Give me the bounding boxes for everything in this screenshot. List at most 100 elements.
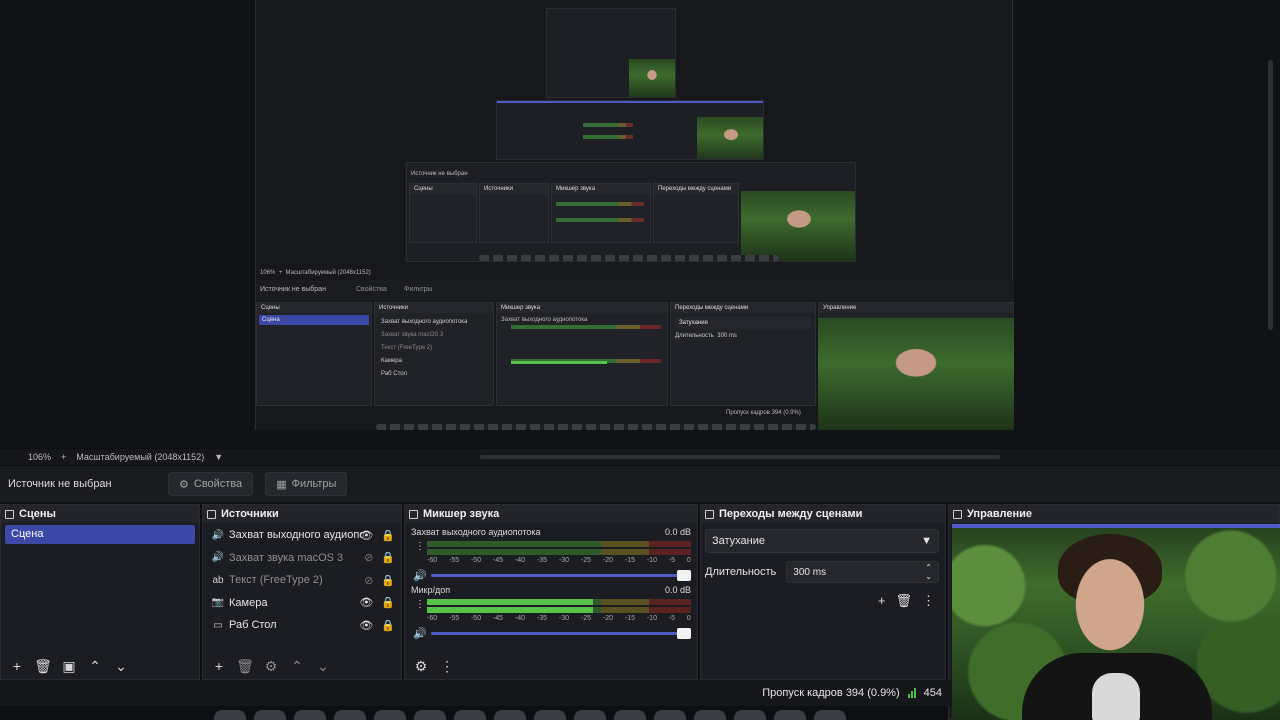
nested-transitions-dock: Переходы между сценами Затухание Длитель… bbox=[670, 302, 816, 406]
move-down-icon[interactable]: ⌄ bbox=[111, 656, 131, 676]
dock-app-icon[interactable] bbox=[774, 710, 806, 720]
channel-db: 0.0 dB bbox=[664, 585, 691, 595]
eye-icon[interactable]: 👁 bbox=[359, 596, 373, 609]
transition-selected-value: Затухание bbox=[712, 535, 766, 547]
dock-app-icon[interactable] bbox=[414, 710, 446, 720]
scenes-dock: Сцены Сцена + 🗑 ▣ ⌃ ⌄ bbox=[0, 504, 200, 680]
filters-button[interactable]: ▦ Фильтры bbox=[265, 472, 348, 496]
zoom-add-icon[interactable]: + bbox=[61, 452, 66, 462]
dock-app-icon[interactable] bbox=[694, 710, 726, 720]
source-name: Камера bbox=[229, 596, 268, 609]
move-up-icon[interactable]: ⌃ bbox=[85, 656, 105, 676]
add-scene-icon[interactable]: + bbox=[7, 656, 27, 676]
dock-app-icon[interactable] bbox=[374, 710, 406, 720]
source-name: Раб Стол bbox=[229, 619, 277, 632]
volume-slider[interactable] bbox=[431, 628, 691, 639]
dock-app-icon[interactable] bbox=[614, 710, 646, 720]
volume-meter bbox=[427, 549, 691, 555]
transition-tools: + 🗑 ⋮ bbox=[701, 583, 945, 609]
scenes-title-label: Сцены bbox=[19, 508, 56, 520]
source-name: Текст (FreeType 2) bbox=[229, 574, 323, 587]
kebab-menu-icon[interactable]: ⋮ bbox=[415, 541, 425, 552]
transition-select[interactable]: Затухание ▼ bbox=[705, 529, 939, 553]
dock-app-icon[interactable] bbox=[654, 710, 686, 720]
source-item[interactable]: 🔊 Захват выходного аудиопотока 👁 🔒 bbox=[203, 524, 401, 547]
controls-dock-title[interactable]: Управление bbox=[949, 505, 1279, 523]
sources-dock-title[interactable]: Источники bbox=[203, 505, 401, 523]
dock-app-icon[interactable] bbox=[734, 710, 766, 720]
eye-icon[interactable]: 👁 bbox=[359, 529, 373, 542]
slider-handle[interactable] bbox=[677, 570, 691, 581]
captured-screen: Источник не выбран Сцены Источники Микше… bbox=[255, 0, 1014, 430]
dock-app-icon[interactable] bbox=[294, 710, 326, 720]
lock-icon[interactable]: 🔒 bbox=[381, 619, 395, 632]
scene-item[interactable]: Сцена bbox=[5, 525, 195, 544]
scene-filters-icon[interactable]: ▣ bbox=[59, 656, 79, 676]
dock-app-icon[interactable] bbox=[494, 710, 526, 720]
dock-app-icon[interactable] bbox=[334, 710, 366, 720]
lock-icon[interactable]: 🔒 bbox=[381, 596, 395, 609]
trash-icon[interactable]: 🗑 bbox=[895, 593, 912, 609]
preview-horizontal-scrollbar[interactable] bbox=[480, 455, 1000, 459]
dock-app-icon[interactable] bbox=[214, 710, 246, 720]
kebab-menu-icon[interactable]: ⋮ bbox=[415, 599, 425, 610]
lock-icon[interactable]: 🔒 bbox=[381, 574, 395, 587]
move-down-icon[interactable]: ⌄ bbox=[313, 656, 333, 676]
dock-app-icon[interactable] bbox=[254, 710, 286, 720]
scale-chevron-down-icon[interactable]: ▼ bbox=[214, 452, 223, 462]
trash-icon[interactable]: 🗑 bbox=[33, 656, 53, 676]
scene-transitions-dock: Переходы между сценами Затухание ▼ Длите… bbox=[700, 504, 946, 680]
move-up-icon[interactable]: ⌃ bbox=[287, 656, 307, 676]
nested-filters: Фильтры bbox=[404, 286, 433, 293]
transitions-dock-title[interactable]: Переходы между сценами bbox=[701, 505, 945, 523]
source-item[interactable]: ab Текст (FreeType 2) ⊘ 🔒 bbox=[203, 569, 401, 592]
transitions-title-label: Переходы между сценами bbox=[719, 508, 863, 520]
preview-vertical-scrollbar[interactable] bbox=[1268, 60, 1273, 330]
kebab-menu-icon[interactable]: ⋮ bbox=[922, 593, 935, 609]
dock-app-icon[interactable] bbox=[454, 710, 486, 720]
speaker-icon[interactable]: 🔊 bbox=[413, 627, 427, 640]
chevron-down-icon: ▼ bbox=[921, 535, 932, 547]
mixer-dock-title[interactable]: Микшер звука bbox=[405, 505, 697, 523]
dock-app-icon[interactable] bbox=[574, 710, 606, 720]
eye-icon[interactable]: 👁 bbox=[359, 619, 373, 632]
zoom-level[interactable]: 106% bbox=[28, 452, 51, 462]
dock-app-icon[interactable] bbox=[814, 710, 846, 720]
advanced-audio-gear-icon[interactable]: ⚙ bbox=[411, 656, 431, 676]
add-transition-icon[interactable]: + bbox=[878, 593, 886, 609]
scale-mode[interactable]: Масштабируемый (2048x1152) bbox=[76, 452, 204, 462]
source-name: Захват звука macOS 3 bbox=[229, 551, 344, 564]
monitor-icon: ▭ bbox=[213, 619, 223, 631]
slider-handle[interactable] bbox=[677, 628, 691, 639]
lock-icon[interactable]: 🔒 bbox=[381, 551, 395, 564]
nested-context-label: Источник не выбран bbox=[411, 171, 468, 177]
trash-icon[interactable]: 🗑 bbox=[235, 656, 255, 676]
dock-window-icon bbox=[207, 509, 216, 519]
audio-mixer-dock: Микшер звука Захват выходного аудиопоток… bbox=[404, 504, 698, 680]
add-source-icon[interactable]: + bbox=[209, 656, 229, 676]
sources-title-label: Источники bbox=[221, 508, 279, 520]
duration-spinbox[interactable]: 300 ms ⌃ ⌄ bbox=[786, 561, 939, 583]
kebab-menu-icon[interactable]: ⋮ bbox=[437, 656, 457, 676]
spin-up-icon[interactable]: ⌃ bbox=[925, 563, 932, 572]
duration-label: Длительность bbox=[705, 566, 777, 578]
nested-mixer-title: Микшер звука bbox=[552, 184, 650, 194]
spin-down-icon[interactable]: ⌄ bbox=[925, 572, 932, 581]
eye-hidden-icon[interactable]: ⊘ bbox=[364, 551, 373, 564]
volume-slider[interactable] bbox=[431, 570, 691, 581]
source-item[interactable]: 📷 Камера 👁 🔒 bbox=[203, 592, 401, 615]
dropped-frames: Пропуск кадров 394 (0.9%) bbox=[762, 687, 900, 699]
source-item[interactable]: ▭ Раб Стол 👁 🔒 bbox=[203, 614, 401, 637]
nested-sources-title: Источники bbox=[480, 184, 548, 194]
properties-button[interactable]: ⚙ Свойства bbox=[168, 472, 254, 496]
preview-canvas[interactable]: Источник не выбран Сцены Источники Микше… bbox=[0, 0, 1280, 448]
dock-window-icon bbox=[409, 509, 418, 519]
eye-hidden-icon[interactable]: ⊘ bbox=[364, 574, 373, 587]
network-signal-icon bbox=[907, 688, 916, 698]
gear-icon[interactable]: ⚙ bbox=[261, 656, 281, 676]
scenes-dock-title[interactable]: Сцены bbox=[1, 505, 199, 523]
dock-app-icon[interactable] bbox=[534, 710, 566, 720]
speaker-icon: 🔊 bbox=[211, 529, 225, 541]
source-item[interactable]: 🔊 Захват звука macOS 3 ⊘ 🔒 bbox=[203, 547, 401, 570]
lock-icon[interactable]: 🔒 bbox=[381, 529, 395, 542]
